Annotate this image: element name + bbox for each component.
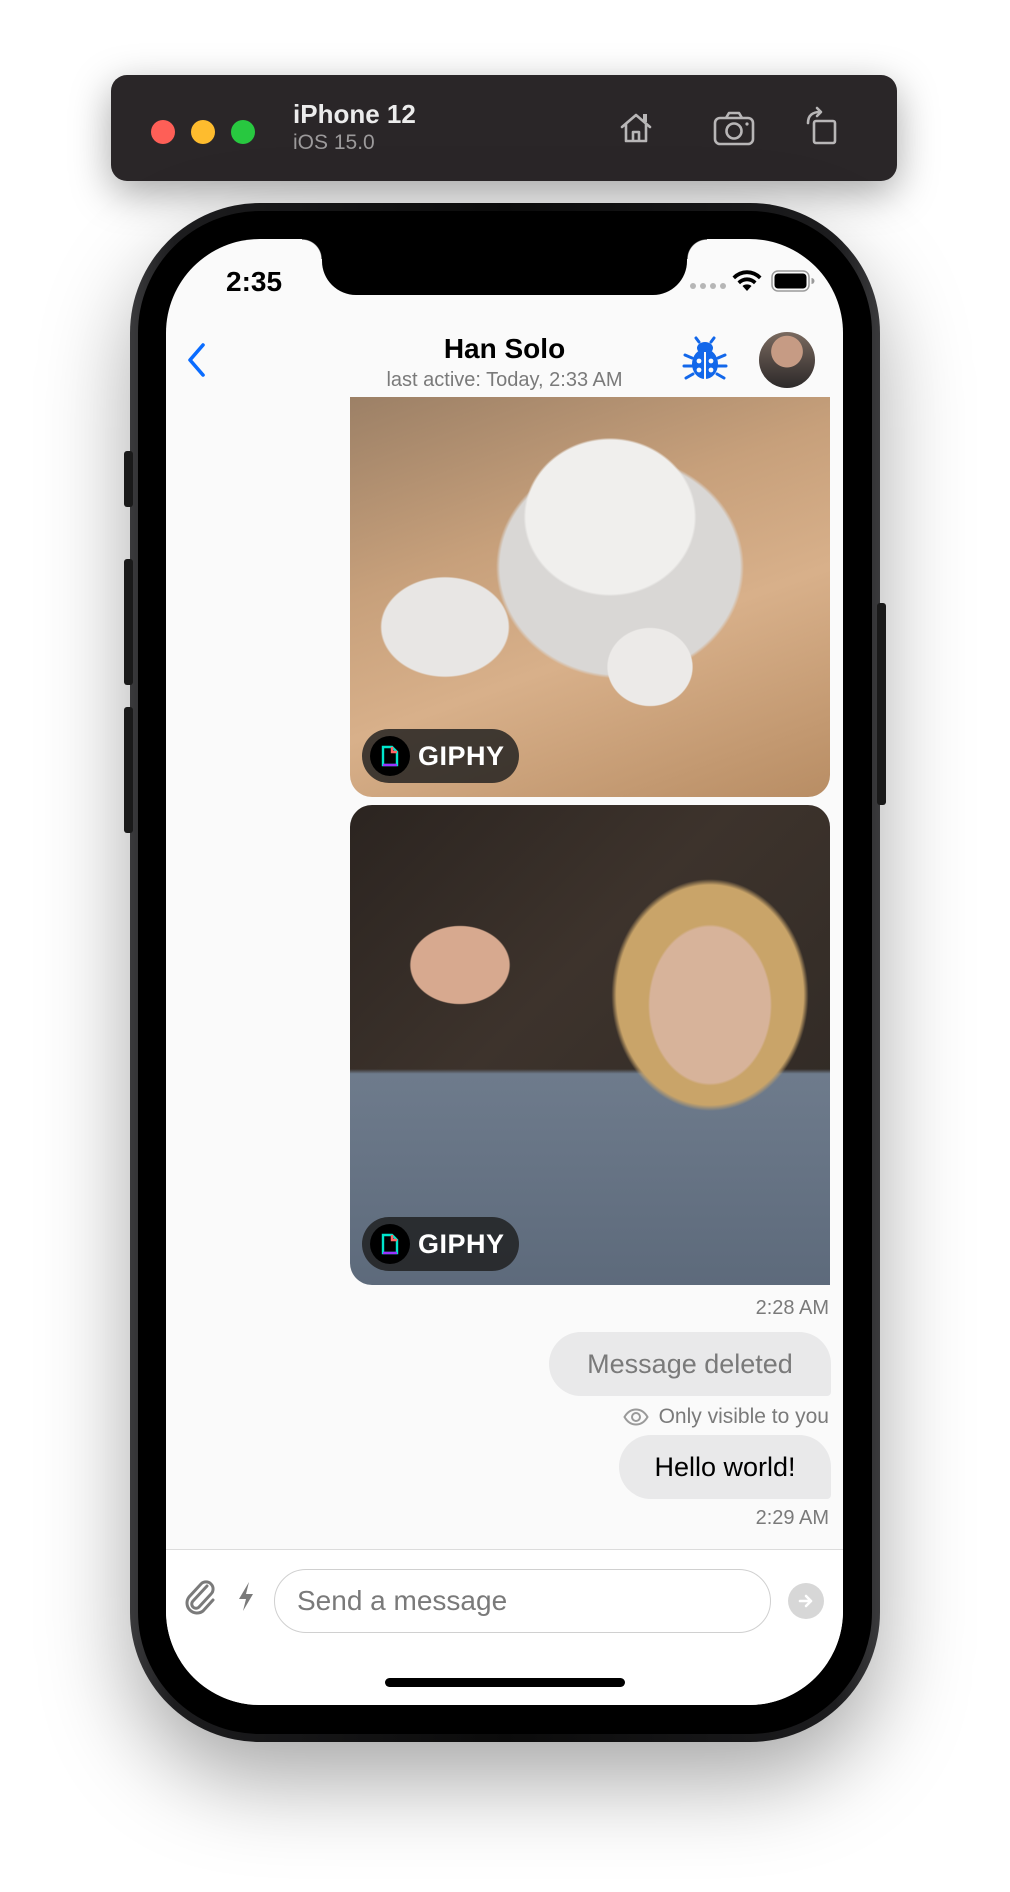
debug-bug-icon[interactable] xyxy=(682,336,728,382)
simulator-device-name: iPhone 12 xyxy=(293,99,416,129)
iphone-device-frame: 2:35 Han Solo last active: Today, 2:33 A… xyxy=(124,203,886,1742)
screenshot-icon[interactable] xyxy=(709,103,759,153)
giphy-label: GIPHY xyxy=(418,1228,505,1259)
giphy-logo-icon xyxy=(370,1224,410,1264)
minimize-window-button[interactable] xyxy=(191,120,215,144)
volume-down-button xyxy=(124,707,133,833)
giphy-image-message[interactable]: GIPHY xyxy=(350,397,830,797)
message-timestamp: 2:29 AM xyxy=(755,1507,829,1529)
signal-icon xyxy=(690,283,726,289)
home-icon[interactable] xyxy=(611,103,661,153)
deleted-message-bubble[interactable]: Message deleted xyxy=(549,1332,831,1396)
zoom-window-button[interactable] xyxy=(231,120,255,144)
giphy-image-message[interactable]: GIPHY xyxy=(350,805,830,1285)
phone-screen: 2:35 Han Solo last active: Today, 2:33 A… xyxy=(166,239,843,1705)
arrow-right-icon xyxy=(798,1594,813,1608)
send-button[interactable] xyxy=(788,1583,824,1619)
attachment-paperclip-icon[interactable] xyxy=(180,1574,220,1618)
commands-lightning-icon[interactable] xyxy=(230,1576,262,1616)
mute-switch xyxy=(124,451,133,507)
last-active-subtitle: last active: Today, 2:33 AM xyxy=(386,369,623,391)
giphy-label: GIPHY xyxy=(418,740,505,771)
close-window-button[interactable] xyxy=(151,120,175,144)
notch xyxy=(302,239,707,295)
simulator-os-version: iOS 15.0 xyxy=(293,131,375,154)
simulator-titlebar: iPhone 12 iOS 15.0 xyxy=(111,75,897,181)
only-visible-note: Only visible to you xyxy=(622,1405,829,1429)
channel-title: Han Solo xyxy=(443,333,566,364)
volume-up-button xyxy=(124,559,133,685)
message-input[interactable] xyxy=(274,1569,771,1633)
deleted-message-text: Message deleted xyxy=(587,1348,793,1379)
rotate-icon[interactable] xyxy=(797,103,847,153)
eye-icon xyxy=(622,1408,649,1426)
text-message-bubble[interactable]: Hello world! xyxy=(619,1435,831,1499)
channel-avatar[interactable] xyxy=(759,332,815,388)
power-button xyxy=(877,603,886,805)
battery-icon xyxy=(771,270,815,292)
message-text: Hello world! xyxy=(654,1451,796,1482)
home-indicator xyxy=(385,1678,625,1687)
giphy-logo-icon xyxy=(370,736,410,776)
message-timestamp: 2:28 AM xyxy=(755,1297,829,1319)
only-visible-label: Only visible to you xyxy=(658,1405,829,1428)
status-time: 2:35 xyxy=(226,266,283,297)
wifi-icon xyxy=(732,270,762,291)
giphy-badge: GIPHY xyxy=(362,729,519,783)
giphy-badge: GIPHY xyxy=(362,1217,519,1271)
